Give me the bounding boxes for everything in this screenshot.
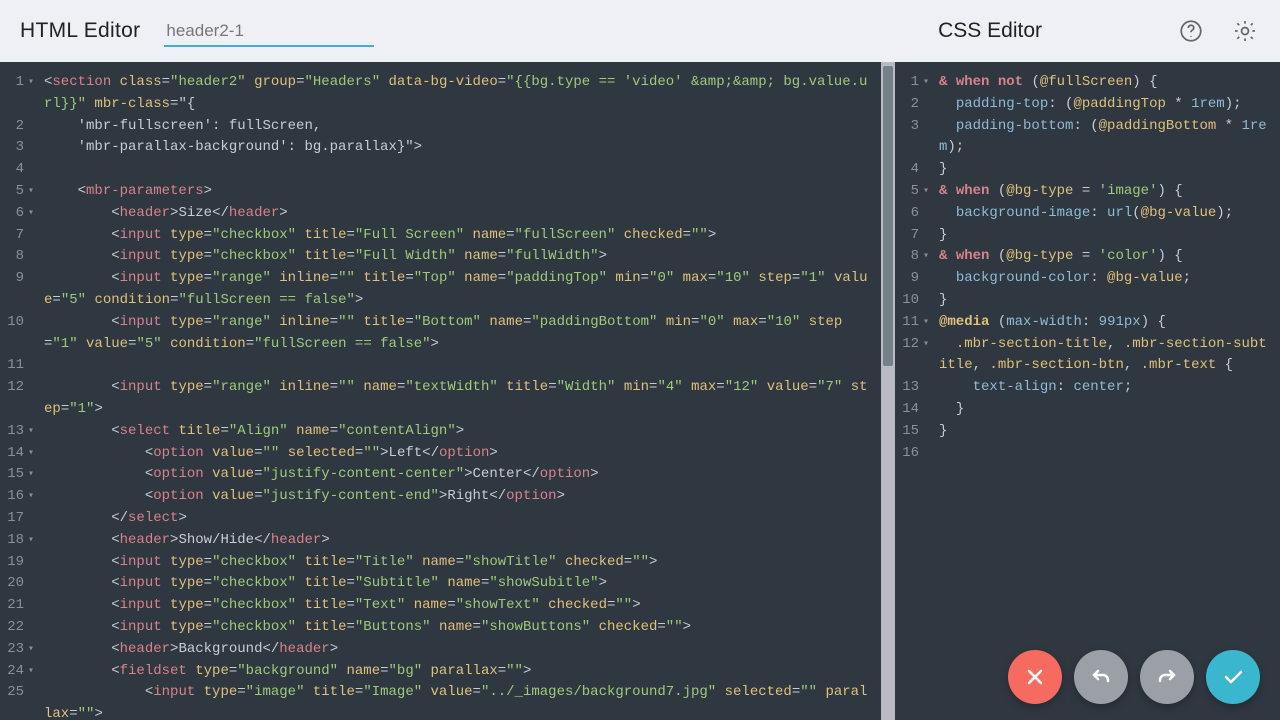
- block-name-input[interactable]: [164, 15, 374, 47]
- html-editor-title: HTML Editor: [20, 19, 140, 43]
- action-buttons: [1008, 650, 1260, 704]
- gear-icon[interactable]: [1230, 16, 1260, 46]
- html-code[interactable]: <section class="header2" group="Headers"…: [30, 62, 881, 720]
- close-button[interactable]: [1008, 650, 1062, 704]
- close-icon: [1023, 665, 1047, 689]
- accept-button[interactable]: [1206, 650, 1260, 704]
- redo-icon: [1155, 665, 1179, 689]
- undo-button[interactable]: [1074, 650, 1128, 704]
- css-code[interactable]: & when not (@fullScreen) { padding-top: …: [925, 62, 1280, 720]
- undo-icon: [1089, 665, 1113, 689]
- scrollbar[interactable]: [881, 62, 895, 720]
- css-pane[interactable]: 12345678910111213141516 & when not (@ful…: [895, 62, 1280, 720]
- check-icon: [1221, 665, 1245, 689]
- redo-button[interactable]: [1140, 650, 1194, 704]
- toolbar: HTML Editor CSS Editor: [0, 0, 1280, 62]
- html-gutter: 1234567891011121314151617181920212223242…: [0, 62, 30, 720]
- css-gutter: 12345678910111213141516: [895, 62, 925, 720]
- help-icon[interactable]: [1176, 16, 1206, 46]
- editors-row: 1234567891011121314151617181920212223242…: [0, 62, 1280, 720]
- html-pane[interactable]: 1234567891011121314151617181920212223242…: [0, 62, 895, 720]
- css-editor-title: CSS Editor: [938, 19, 1042, 43]
